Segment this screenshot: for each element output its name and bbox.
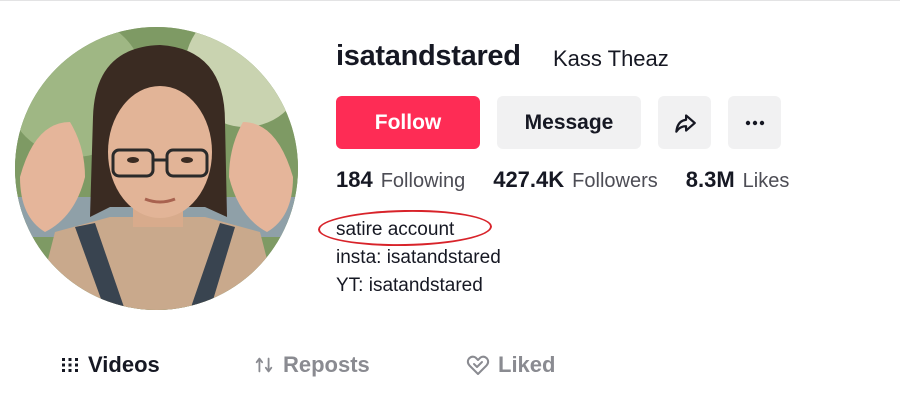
following-label: Following xyxy=(380,170,466,192)
repost-icon xyxy=(253,354,275,376)
grid-icon xyxy=(60,355,80,375)
avatar[interactable] xyxy=(15,27,298,310)
likes-label: Likes xyxy=(742,170,790,192)
username: isatandstared xyxy=(336,40,521,72)
tab-videos[interactable]: Videos xyxy=(60,352,160,378)
tab-label: Liked xyxy=(498,352,556,377)
tab-liked[interactable]: Liked xyxy=(466,352,555,378)
followers-stat[interactable]: 427.4K Followers xyxy=(493,167,658,193)
profile-stats: 184 Following 427.4K Followers 8.3M Like… xyxy=(336,167,817,193)
profile-tabs: Videos Reposts Liked xyxy=(60,352,900,392)
liked-heart-icon xyxy=(466,354,490,376)
following-count: 184 xyxy=(336,167,373,192)
share-icon xyxy=(674,113,696,133)
message-button[interactable]: Message xyxy=(497,96,641,149)
follow-button[interactable]: Follow xyxy=(336,96,480,149)
tab-label: Videos xyxy=(88,352,160,377)
top-divider xyxy=(0,0,900,1)
nickname: Kass Theaz xyxy=(553,46,669,71)
likes-count: 8.3M xyxy=(685,167,735,192)
tab-reposts[interactable]: Reposts xyxy=(253,352,370,378)
avatar-image xyxy=(15,27,298,310)
bio-line: YT: isatandstared xyxy=(336,275,483,296)
followers-label: Followers xyxy=(572,170,658,192)
followers-count: 427.4K xyxy=(493,167,565,192)
bio-line: insta: isatandstared xyxy=(336,247,501,268)
likes-stat: 8.3M Likes xyxy=(686,167,790,193)
more-icon xyxy=(745,120,764,125)
following-stat[interactable]: 184 Following xyxy=(336,167,465,193)
tab-label: Reposts xyxy=(283,352,370,377)
share-button[interactable] xyxy=(658,96,711,149)
more-options-button[interactable] xyxy=(728,96,781,149)
